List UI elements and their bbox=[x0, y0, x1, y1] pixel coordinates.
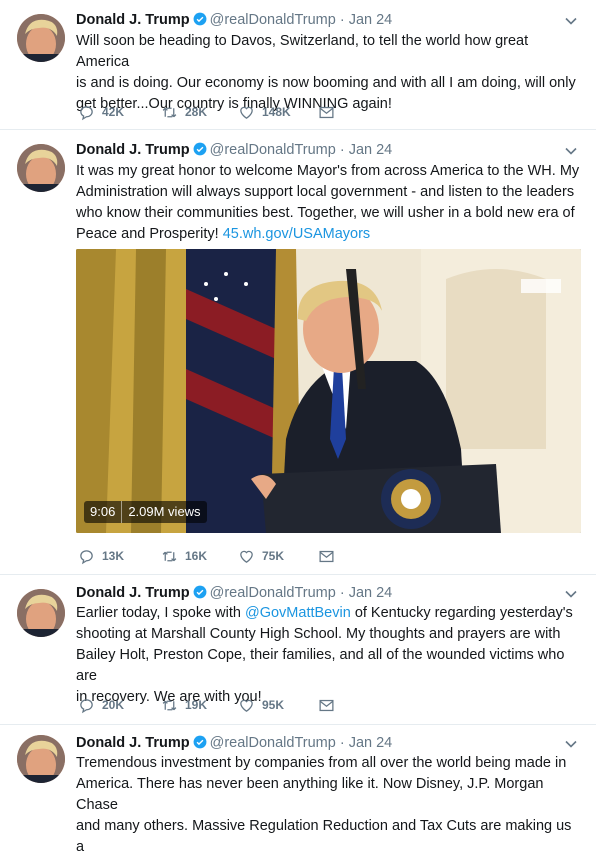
envelope-icon bbox=[319, 550, 334, 562]
tweet-header: Donald J. Trump @realDonaldTrump · Jan 24 bbox=[76, 140, 392, 160]
chevron-down-icon[interactable] bbox=[564, 737, 578, 751]
chevron-down-icon[interactable] bbox=[564, 14, 578, 28]
tweet-text-line: Administration will always support local… bbox=[76, 184, 575, 200]
author-handle[interactable]: @realDonaldTrump bbox=[210, 142, 336, 158]
like-count: 148K bbox=[262, 105, 291, 119]
heart-icon bbox=[240, 699, 253, 712]
like-button[interactable]: 95K bbox=[238, 695, 284, 715]
tweet[interactable]: Donald J. Trump @realDonaldTrump · Jan 24… bbox=[0, 725, 596, 855]
reply-count: 42K bbox=[102, 105, 125, 119]
verified-badge-icon bbox=[193, 735, 207, 749]
retweet-icon bbox=[162, 551, 177, 561]
author-handle[interactable]: @realDonaldTrump bbox=[210, 12, 336, 28]
avatar[interactable] bbox=[17, 735, 65, 783]
author-name[interactable]: Donald J. Trump bbox=[76, 142, 190, 158]
tweet-text-line: Tremendous investment by companies from … bbox=[76, 755, 567, 771]
like-button[interactable]: 148K bbox=[238, 102, 291, 122]
tweet-text-line: is and is doing. Our economy is now boom… bbox=[76, 75, 576, 91]
author-name[interactable]: Donald J. Trump bbox=[76, 585, 190, 601]
video-views: 2.09M views bbox=[128, 504, 201, 519]
heart-icon bbox=[240, 106, 253, 119]
tweet-date[interactable]: Jan 24 bbox=[349, 735, 393, 751]
video-duration: 9:06 bbox=[90, 504, 116, 519]
reply-button[interactable]: 42K bbox=[78, 102, 124, 122]
reply-count: 13K bbox=[102, 549, 125, 563]
author-handle[interactable]: @realDonaldTrump bbox=[210, 735, 336, 751]
chevron-down-icon[interactable] bbox=[564, 587, 578, 601]
mention-link[interactable]: @GovMattBevin bbox=[245, 605, 351, 621]
retweet-count: 28K bbox=[185, 105, 208, 119]
video-player[interactable]: 9:06 2.09M views bbox=[76, 249, 581, 533]
tweet-text-line: shooting at Marshall County High School.… bbox=[76, 626, 561, 642]
tweet-text-line: Will soon be heading to Davos, Switzerla… bbox=[76, 33, 529, 70]
avatar[interactable] bbox=[17, 14, 65, 62]
video-info-badge: 9:06 2.09M views bbox=[84, 501, 207, 523]
separator: · bbox=[339, 735, 345, 751]
reply-button[interactable]: 13K bbox=[78, 546, 124, 566]
tweet-text-line: Peace and Prosperity! 45.wh.gov/USAMayor… bbox=[76, 224, 581, 245]
retweet-button[interactable]: 16K bbox=[161, 546, 207, 566]
tweet-text-line: who know their communities best. Togethe… bbox=[76, 205, 575, 221]
tweet-text-fragment: Peace and Prosperity! bbox=[76, 226, 219, 242]
author-handle[interactable]: @realDonaldTrump bbox=[210, 585, 336, 601]
timeline: Donald J. Trump @realDonaldTrump · Jan 24… bbox=[0, 0, 596, 855]
tweet-text-line: Earlier today, I spoke with @GovMattBevi… bbox=[76, 603, 581, 624]
message-button[interactable] bbox=[318, 695, 335, 715]
separator: · bbox=[339, 585, 345, 601]
separator: · bbox=[339, 12, 345, 28]
tweet-header: Donald J. Trump @realDonaldTrump · Jan 24 bbox=[76, 583, 392, 603]
tweet-text-line: and many others. Massive Regulation Redu… bbox=[76, 818, 572, 855]
envelope-icon bbox=[319, 699, 334, 711]
like-count: 75K bbox=[262, 549, 285, 563]
retweet-icon bbox=[162, 107, 177, 117]
retweet-count: 19K bbox=[185, 698, 208, 712]
reply-icon bbox=[80, 698, 93, 713]
tweet-text: It was my great honor to welcome Mayor's… bbox=[76, 161, 581, 245]
tweet-text-fragment: of Kentucky regarding yesterday's bbox=[354, 605, 573, 621]
reply-count: 20K bbox=[102, 698, 125, 712]
tweet-text-fragment: Earlier today, I spoke with bbox=[76, 605, 241, 621]
retweet-icon bbox=[162, 700, 177, 710]
tweet[interactable]: Donald J. Trump @realDonaldTrump · Jan 24… bbox=[0, 130, 596, 575]
tweet-text: Tremendous investment by companies from … bbox=[76, 753, 581, 858]
retweet-count: 16K bbox=[185, 549, 208, 563]
author-name[interactable]: Donald J. Trump bbox=[76, 735, 190, 751]
tweet-link[interactable]: 45.wh.gov/USAMayors bbox=[223, 226, 370, 242]
retweet-button[interactable]: 19K bbox=[161, 695, 207, 715]
verified-badge-icon bbox=[193, 585, 207, 599]
verified-badge-icon bbox=[193, 142, 207, 156]
reply-icon bbox=[80, 105, 93, 120]
separator: · bbox=[339, 142, 345, 158]
like-count: 95K bbox=[262, 698, 285, 712]
reply-icon bbox=[80, 549, 93, 564]
tweet-date[interactable]: Jan 24 bbox=[349, 142, 393, 158]
tweet[interactable]: Donald J. Trump @realDonaldTrump · Jan 24… bbox=[0, 575, 596, 725]
message-button[interactable] bbox=[318, 546, 335, 566]
reply-button[interactable]: 20K bbox=[78, 695, 124, 715]
tweet-date[interactable]: Jan 24 bbox=[349, 585, 393, 601]
message-button[interactable] bbox=[318, 102, 335, 122]
envelope-icon bbox=[319, 106, 334, 118]
retweet-button[interactable]: 28K bbox=[161, 102, 207, 122]
like-button[interactable]: 75K bbox=[238, 546, 284, 566]
avatar[interactable] bbox=[17, 144, 65, 192]
tweet-text-line: Bailey Holt, Preston Cope, their familie… bbox=[76, 647, 565, 684]
avatar[interactable] bbox=[17, 589, 65, 637]
author-name[interactable]: Donald J. Trump bbox=[76, 12, 190, 28]
tweet-date[interactable]: Jan 24 bbox=[349, 12, 393, 28]
heart-icon bbox=[240, 550, 253, 563]
tweet-text-line: America. There has never been anything l… bbox=[76, 776, 544, 813]
tweet[interactable]: Donald J. Trump @realDonaldTrump · Jan 24… bbox=[0, 0, 596, 130]
tweet-text-line: It was my great honor to welcome Mayor's… bbox=[76, 163, 580, 179]
tweet-header: Donald J. Trump @realDonaldTrump · Jan 24 bbox=[76, 733, 392, 753]
tweet-text: Earlier today, I spoke with @GovMattBevi… bbox=[76, 603, 581, 708]
video-thumbnail bbox=[76, 249, 581, 533]
chevron-down-icon[interactable] bbox=[564, 144, 578, 158]
verified-badge-icon bbox=[193, 12, 207, 26]
tweet-header: Donald J. Trump @realDonaldTrump · Jan 24 bbox=[76, 10, 392, 30]
